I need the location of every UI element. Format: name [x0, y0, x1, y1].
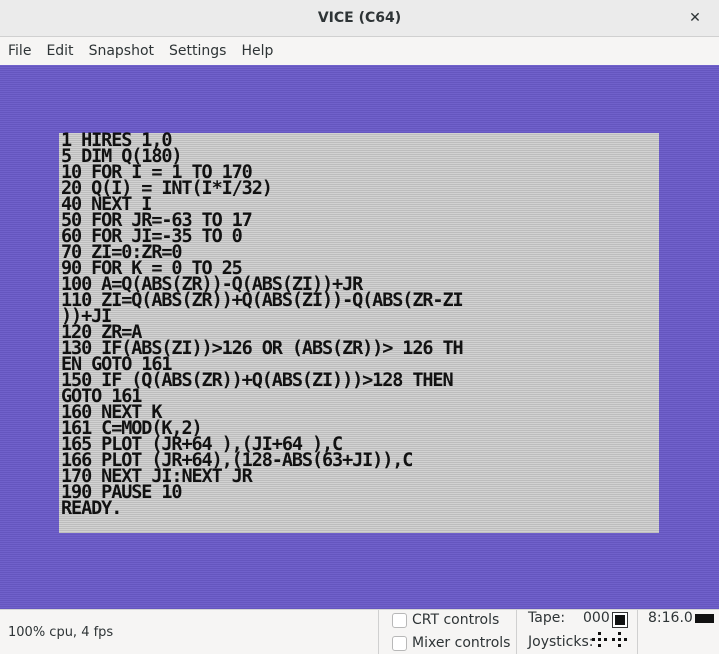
basic-line: READY.: [61, 498, 122, 519]
joysticks-label: Joysticks:: [528, 634, 594, 650]
c64-text-screen: 1 HIRES 1,0 5 DIM Q(180) 10 FOR I = 1 TO 1…: [59, 131, 659, 533]
cpu-fps-status: 100% cpu, 4 fps: [8, 625, 114, 640]
separator: [516, 610, 517, 654]
menu-help[interactable]: Help: [241, 43, 279, 59]
crt-controls-toggle[interactable]: CRT controls: [392, 612, 499, 628]
emulator-screen[interactable]: 1 HIRES 1,0 5 DIM Q(180) 10 FOR I = 1 TO 1…: [0, 65, 719, 609]
drive-track-status: 8:16.0: [648, 610, 693, 626]
menu-snapshot[interactable]: Snapshot: [89, 43, 160, 59]
menu-file[interactable]: File: [8, 43, 37, 59]
menu-bar: File Edit Snapshot Settings Help: [0, 37, 719, 65]
tape-label: Tape:: [528, 610, 566, 626]
tape-status-icon[interactable]: [612, 612, 628, 628]
joystick-1-icon[interactable]: [592, 632, 607, 647]
mixer-controls-checkbox[interactable]: [392, 635, 407, 651]
drive-led-icon: [695, 614, 714, 623]
basic-listing: 1 HIRES 1,0 5 DIM Q(180) 10 FOR I = 1 TO 1…: [61, 131, 464, 519]
crt-controls-checkbox[interactable]: [392, 612, 407, 628]
menu-edit[interactable]: Edit: [46, 43, 79, 59]
close-icon[interactable]: ✕: [685, 8, 705, 28]
status-bar: 100% cpu, 4 fps CRT controls Mixer contr…: [0, 609, 719, 654]
crt-controls-label: CRT controls: [412, 612, 500, 628]
menu-settings[interactable]: Settings: [169, 43, 232, 59]
mixer-controls-label: Mixer controls: [412, 635, 511, 651]
basic-line: 190 PAUSE 10: [61, 482, 183, 503]
tape-counter: 000: [583, 610, 610, 626]
mixer-controls-toggle[interactable]: Mixer controls: [392, 635, 510, 651]
basic-line: 110 ZI=Q(ABS(ZR))+Q(ABS(ZI))-Q(ABS(ZR-ZI: [61, 290, 464, 311]
title-bar: VICE (C64) ✕: [0, 0, 719, 37]
separator: [378, 610, 379, 654]
joystick-2-icon[interactable]: [612, 632, 627, 647]
separator: [637, 610, 638, 654]
window-title: VICE (C64): [317, 10, 402, 26]
